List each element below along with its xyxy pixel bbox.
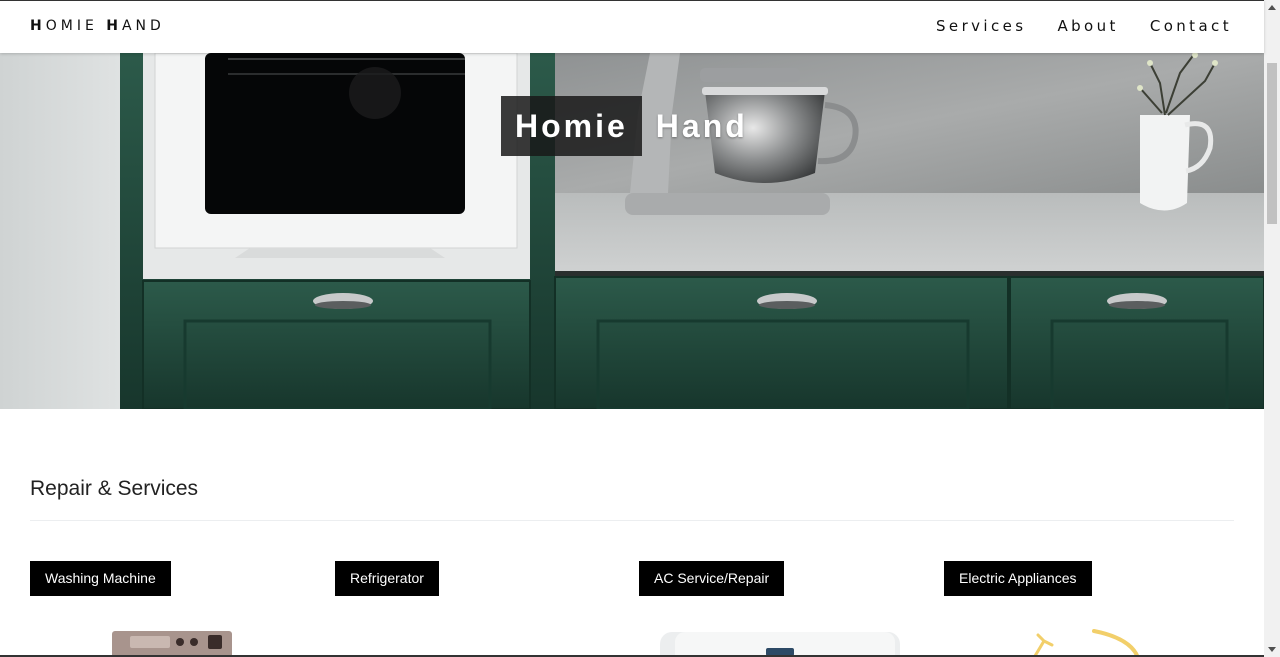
nav-link-services[interactable]: Services xyxy=(936,17,1026,35)
scrollbar-thumb[interactable] xyxy=(1267,63,1277,224)
brand-initial-2: H xyxy=(106,18,122,34)
brand-initial-1: H xyxy=(30,18,46,34)
top-navbar: HOMIE HAND Services About Contact xyxy=(0,0,1264,53)
nav-link-about[interactable]: About xyxy=(1057,17,1118,35)
electric-appliance-icon xyxy=(1032,629,1140,657)
scroll-down-arrow-icon[interactable] xyxy=(1268,647,1276,652)
section-divider xyxy=(30,520,1234,521)
scroll-up-arrow-icon[interactable] xyxy=(1268,5,1276,10)
brand-word-1: OMIE xyxy=(45,18,107,34)
washing-machine-icon xyxy=(112,631,232,657)
service-card-refrigerator[interactable]: Refrigerator xyxy=(335,561,439,596)
hero-title: Homie Hand xyxy=(501,96,748,156)
section-heading-services: Repair & Services xyxy=(30,477,199,500)
service-card-washing-machine[interactable]: Washing Machine xyxy=(30,561,232,657)
air-conditioner-icon xyxy=(660,632,900,657)
brand-word-2: AND xyxy=(121,18,165,34)
brand-logo[interactable]: HOMIE HAND xyxy=(30,18,165,34)
page-scrollbar[interactable] xyxy=(1264,0,1280,657)
service-card-label[interactable]: AC Service/Repair xyxy=(639,561,785,596)
hero-title-word-1: Homie xyxy=(501,96,642,156)
service-card-label[interactable]: Washing Machine xyxy=(30,561,171,596)
hero-banner: Homie Hand xyxy=(0,53,1264,409)
hero-title-word-2: Hand xyxy=(655,107,748,144)
service-card-label[interactable]: Refrigerator xyxy=(335,561,439,596)
service-card-electric-appliances[interactable]: Electric Appliances xyxy=(944,561,1140,657)
service-card-ac-repair[interactable]: AC Service/Repair xyxy=(639,561,900,657)
service-card-label[interactable]: Electric Appliances xyxy=(944,561,1092,596)
nav-link-contact[interactable]: Contact xyxy=(1150,17,1232,35)
main-nav: Services About Contact xyxy=(936,17,1232,35)
